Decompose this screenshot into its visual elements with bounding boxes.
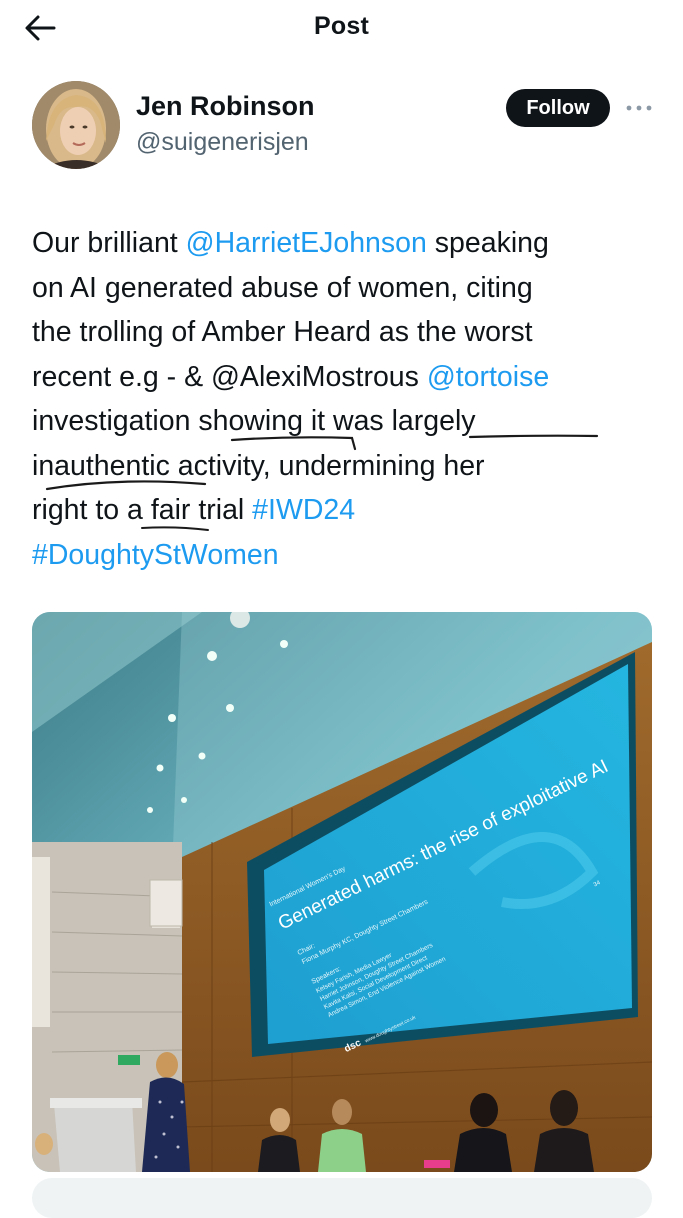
author-name[interactable]: Jen Robinson — [136, 91, 315, 122]
tweet-line: inauthentic activity, undermining her — [32, 449, 485, 482]
tweet-line: right to a fair trial #IWD24 — [32, 488, 662, 533]
tweet-text-segment: speaking — [426, 227, 549, 259]
tweet-line: investigation showing it was largely — [32, 405, 476, 437]
post-photo[interactable]: Generated harms: the rise of exploitativ… — [32, 612, 652, 1172]
tweet-text-segment: right to a fair trial — [32, 494, 253, 526]
tweet-text-segment: recent e.g - & @AlexiMostrous — [32, 360, 427, 393]
tweet-line: the trolling of Amber Heard as the worst — [32, 316, 533, 348]
author-handle[interactable]: @suigenerisjen — [136, 128, 309, 157]
tweet-line: recent e.g - & @AlexiMostrous @tortoise — [32, 355, 662, 400]
reply-bar[interactable] — [32, 1178, 652, 1218]
tweet-text: Our brilliant @HarrietEJohnson speaking … — [32, 221, 662, 577]
follow-button[interactable]: Follow — [506, 89, 610, 127]
tweet-line: Our brilliant @HarrietEJohnson speaking — [32, 221, 662, 266]
avatar[interactable] — [32, 81, 120, 169]
mention-link[interactable]: @tortoise — [427, 361, 549, 393]
page-title: Post — [314, 12, 369, 40]
hashtag-link[interactable]: #DoughtyStWomen — [32, 533, 662, 578]
hashtag-link[interactable]: #IWD24 — [252, 494, 355, 526]
top-bar: Post — [0, 0, 683, 56]
tweet-line: on AI generated abuse of women, citing — [32, 271, 533, 304]
mention-link[interactable]: @HarrietEJohnson — [186, 227, 427, 259]
tweet-text-segment: Our brilliant — [32, 227, 186, 259]
more-options-icon[interactable] — [624, 96, 654, 120]
